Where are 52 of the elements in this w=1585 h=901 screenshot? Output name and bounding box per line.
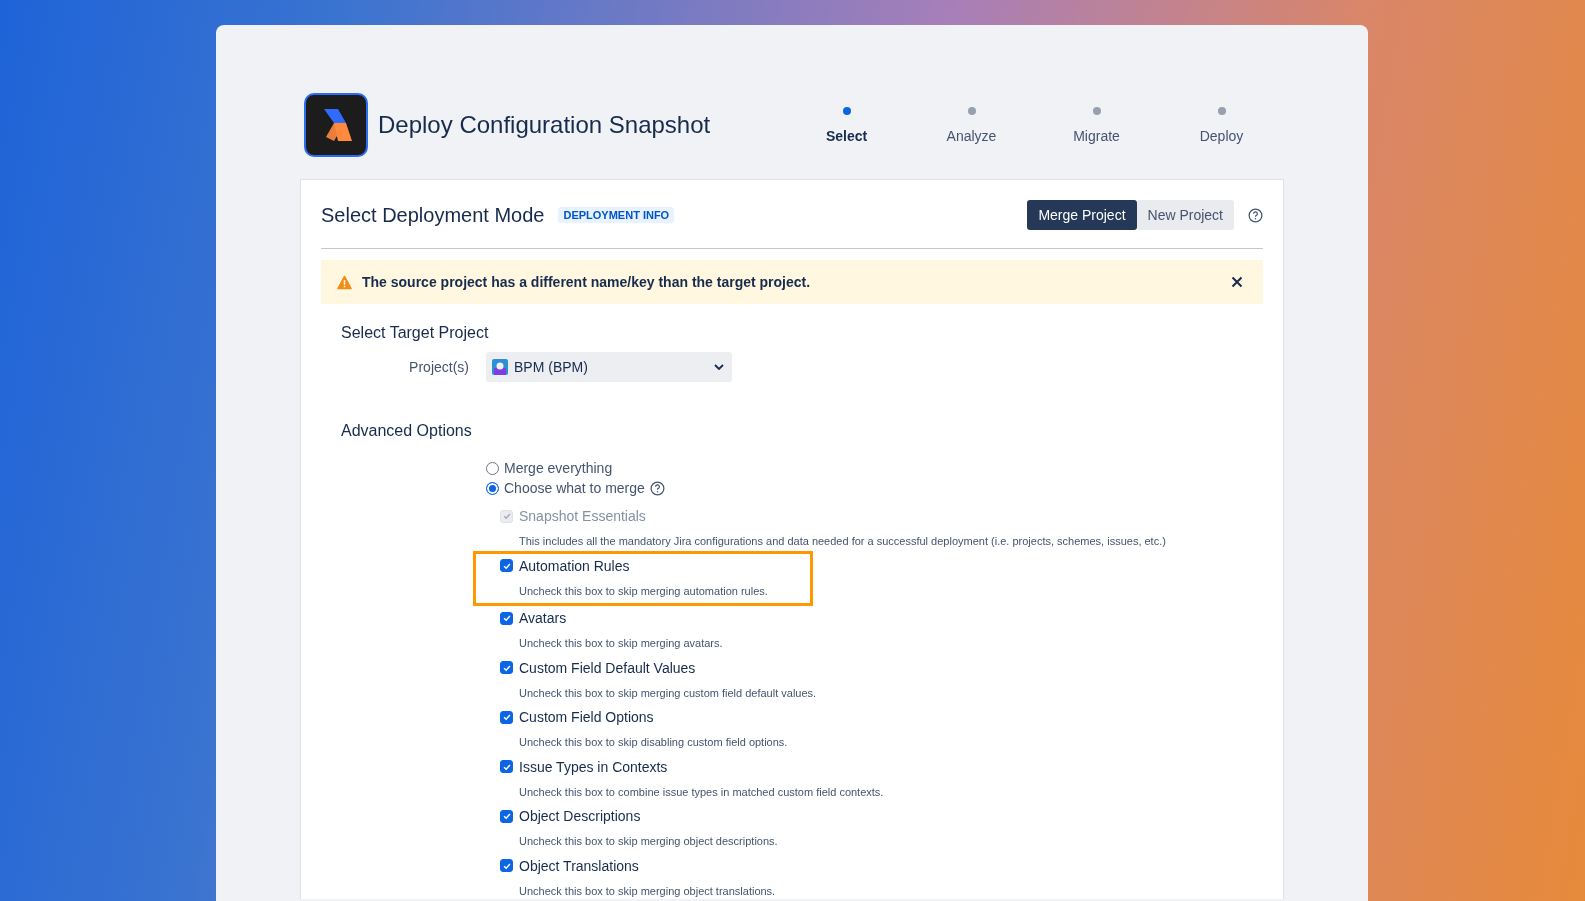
option-description: Uncheck this box to skip merging custom field default values. [519,686,818,699]
checkbox-label: Object Translations [519,857,639,874]
checkmark-icon [501,511,512,521]
option-description: Uncheck this box to skip merging avatars. [519,637,724,649]
checkmark-icon [501,613,512,623]
checkbox[interactable] [500,809,513,823]
option-description: Uncheck this box to skip merging automation rules. [519,584,769,597]
step-label: Select [825,127,868,144]
checkbox[interactable] [500,859,513,872]
checkbox-label: Automation Rules [519,557,630,574]
deployment-info-badge: DEPLOYMENT INFO [558,207,675,223]
help-icon[interactable] [649,480,665,496]
checkbox-label: Avatars [519,610,567,626]
project-avatar-icon [492,359,508,375]
radio-button[interactable] [486,461,499,475]
option-description: Uncheck this box to skip merging object descriptions. [519,835,779,847]
option-description: Uncheck this box to skip merging object translations. [519,884,777,897]
close-icon[interactable] [1231,276,1243,288]
option-description: Uncheck this box to combine issue types in matched custom field contexts. [519,785,885,798]
warning-icon [337,274,352,290]
warning-message: The source project has a different name/key than the target project. [362,274,811,290]
section-heading: Advanced Options [341,422,473,440]
checkbox-label: Custom Field Options [519,709,654,725]
checkbox-label: Object Descriptions [519,808,641,824]
checkbox[interactable] [500,661,513,674]
field-label: Project(s) [408,359,469,375]
checkbox[interactable] [500,559,513,572]
checkbox[interactable] [500,710,513,724]
radio-button[interactable] [486,481,499,495]
section-title: Select Deployment Mode [321,203,545,227]
checkbox[interactable] [500,760,513,773]
radio-label: Choose what to merge [504,480,645,496]
option-description: This includes all the mandatory Jira configurations and data needed for a successful deployment (i.e. projects, schemes, issues, etc.) [519,535,1167,547]
checkbox-label: Issue Types in Contexts [519,758,668,775]
mode-button[interactable]: Merge Project [1027,200,1137,230]
help-icon[interactable] [1248,207,1263,223]
step-label: Migrate [1073,127,1120,144]
app-logo-icon [304,93,368,157]
page-title: Deploy Configuration Snapshot [378,111,711,139]
checkbox-label: Snapshot Essentials [519,508,646,524]
step-label: Deploy [1199,127,1244,144]
radio-label: Merge everything [504,460,613,476]
checkmark-icon [501,811,512,821]
option-description: Uncheck this box to skip disabling custom field options. [519,736,789,748]
checkmark-icon [501,712,512,722]
project-select[interactable]: BPM (BPM) [486,352,732,382]
mode-button[interactable]: New Project [1136,200,1234,230]
chevron-down-icon [714,364,724,370]
section-heading: Select Target Project [341,324,490,342]
checkbox[interactable] [500,611,513,625]
checkbox-label: Custom Field Default Values [519,659,696,676]
step-label: Analyze [946,127,997,144]
